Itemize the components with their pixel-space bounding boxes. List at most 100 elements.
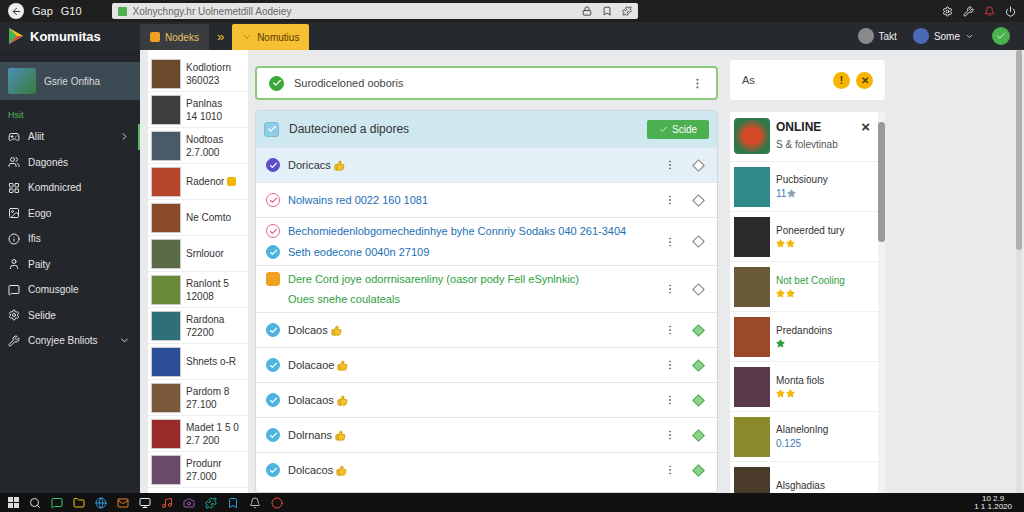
scrollbar[interactable] <box>878 112 885 493</box>
more-icon[interactable] <box>664 429 676 441</box>
friend-row[interactable]: Radenor <box>148 164 248 200</box>
browser-label[interactable]: Gap <box>32 5 53 17</box>
online-item[interactable]: Pucbsiouny11 <box>730 162 878 212</box>
bell-icon[interactable] <box>984 6 995 17</box>
app-icon[interactable] <box>161 497 173 509</box>
more-icon[interactable] <box>664 194 676 206</box>
more-icon[interactable] <box>691 77 704 90</box>
check-icon[interactable] <box>266 463 280 477</box>
list-row[interactable]: Dolacaos <box>256 382 717 417</box>
sidebar-item[interactable]: Eogo <box>0 201 140 227</box>
sidebar-item[interactable]: Selide <box>0 303 140 329</box>
close-button[interactable]: × <box>861 118 874 135</box>
list-row[interactable]: Dere Cord joye odorrnisarenliny (oasor p… <box>256 265 717 312</box>
sidebar-item[interactable]: Aliit <box>0 124 140 150</box>
status-marker-icon[interactable] <box>692 324 705 337</box>
list-row[interactable]: Dolcacos <box>256 452 717 487</box>
settings-icon[interactable] <box>942 6 953 17</box>
nav-tab[interactable]: Nodeks <box>140 24 209 50</box>
friend-row[interactable]: Kodlotiorn360023 <box>148 56 248 92</box>
tools-icon[interactable] <box>963 6 974 17</box>
windows-icon[interactable] <box>8 497 19 508</box>
clock[interactable]: 10 2.91 1 1.2020 <box>974 495 1016 511</box>
app-icon[interactable] <box>271 497 283 509</box>
status-marker-icon[interactable] <box>692 394 705 407</box>
browser-label[interactable]: G10 <box>61 5 82 17</box>
online-item[interactable]: Poneerded tury <box>730 212 878 262</box>
status-button[interactable] <box>992 27 1010 45</box>
check-icon[interactable] <box>266 358 280 372</box>
online-item[interactable]: Predandoins <box>730 312 878 362</box>
badge[interactable]: ! <box>833 72 850 89</box>
friend-row[interactable]: Srnlouor <box>148 236 248 272</box>
app-icon[interactable] <box>29 497 41 509</box>
friend-row[interactable]: Nodtoas2.7.000 <box>148 128 248 164</box>
check-icon[interactable] <box>266 245 280 259</box>
nav-user[interactable]: Some <box>905 22 982 50</box>
status-marker-icon[interactable] <box>692 235 705 248</box>
status-marker-icon[interactable] <box>692 194 705 207</box>
sidebar-item[interactable]: Dagonés <box>0 150 140 176</box>
online-item[interactable]: Alsghadias <box>730 462 878 493</box>
status-card[interactable]: Surodiceloned ooboris <box>255 66 718 100</box>
side-button[interactable]: Scide <box>647 120 709 139</box>
status-marker-icon[interactable] <box>692 359 705 372</box>
check-icon[interactable] <box>266 323 280 337</box>
list-row[interactable]: Nolwains red 0022 160 1081 <box>256 182 717 217</box>
online-item[interactable]: Not bet Cooling <box>730 262 878 312</box>
brand[interactable]: Komumitas <box>0 22 140 50</box>
nav-tab[interactable]: Nomutius <box>232 24 309 50</box>
app-icon[interactable] <box>227 497 239 509</box>
check-icon[interactable] <box>266 393 280 407</box>
circle-icon[interactable] <box>266 193 280 207</box>
online-item[interactable]: Monta fiols <box>730 362 878 412</box>
app-icon[interactable] <box>249 497 261 509</box>
app-icon[interactable] <box>51 497 63 509</box>
sidebar-item[interactable]: Ifis <box>0 226 140 252</box>
app-icon[interactable] <box>73 497 85 509</box>
friend-row[interactable]: Produnr27.000 <box>148 452 248 488</box>
friend-row[interactable]: Ne Comto <box>148 200 248 236</box>
badge[interactable]: ✕ <box>856 72 873 89</box>
list-row[interactable]: Dolacaoe <box>256 347 717 382</box>
status-marker-icon[interactable] <box>692 283 705 296</box>
friend-row[interactable]: Panlnas14 1010 <box>148 92 248 128</box>
list-row[interactable]: Doricacs <box>256 147 717 182</box>
friend-row[interactable]: Madet 1 5 02.7 200 <box>148 416 248 452</box>
sidebar-item[interactable]: Komdnicred <box>0 175 140 201</box>
online-item[interactable]: Alanelonlng0.125 <box>730 412 878 462</box>
more-icon[interactable] <box>664 394 676 406</box>
side-card[interactable]: As!✕ <box>730 60 885 100</box>
lock-icon[interactable] <box>582 6 592 16</box>
more-icon[interactable] <box>664 464 676 476</box>
sidebar-item[interactable]: Conyjee Bnliots <box>0 328 140 354</box>
sidebar-item[interactable]: Comusgole <box>0 277 140 303</box>
app-icon[interactable] <box>139 497 151 509</box>
friend-row[interactable]: Rardona72200 <box>148 308 248 344</box>
square-icon[interactable] <box>266 272 280 286</box>
sidebar-profile[interactable]: Gsrie Onfiha <box>0 62 140 100</box>
status-marker-icon[interactable] <box>692 429 705 442</box>
app-icon[interactable] <box>95 497 107 509</box>
app-icon[interactable] <box>183 497 195 509</box>
more-icon[interactable] <box>664 283 676 295</box>
check-icon[interactable] <box>266 158 280 172</box>
more-icon[interactable] <box>664 159 676 171</box>
back-button[interactable] <box>8 3 24 19</box>
friend-row[interactable]: Shnets o-R <box>148 344 248 380</box>
more-icon[interactable] <box>664 236 676 248</box>
sidebar-item[interactable]: Paity <box>0 252 140 278</box>
check-icon[interactable] <box>266 428 280 442</box>
app-icon[interactable] <box>205 497 217 509</box>
more-icon[interactable] <box>664 359 676 371</box>
list-row[interactable]: Dolcaos <box>256 312 717 347</box>
circle-icon[interactable] <box>266 224 280 238</box>
status-marker-icon[interactable] <box>692 464 705 477</box>
header-checkbox[interactable] <box>264 122 279 137</box>
extension-icon[interactable] <box>622 6 632 16</box>
app-icon[interactable] <box>117 497 129 509</box>
page-scrollbar[interactable] <box>1016 50 1022 493</box>
power-icon[interactable] <box>1005 6 1016 17</box>
friend-row[interactable]: Pardom 827.100 <box>148 380 248 416</box>
status-marker-icon[interactable] <box>692 159 705 172</box>
